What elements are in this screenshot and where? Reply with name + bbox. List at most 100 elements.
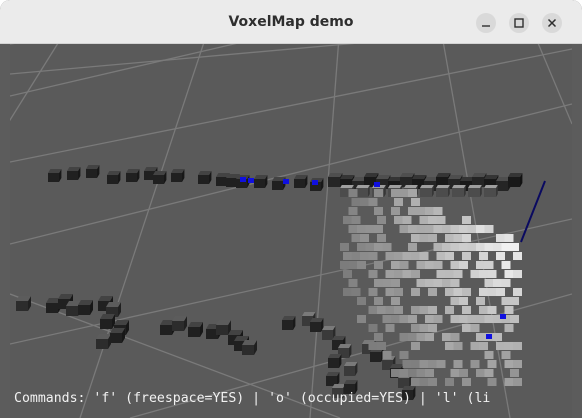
free-space-voxel — [419, 306, 429, 314]
free-space-voxel — [476, 243, 485, 251]
free-space-voxel — [408, 333, 417, 341]
free-space-voxel — [357, 243, 366, 251]
free-space-voxel — [365, 243, 375, 251]
free-space-voxel — [411, 252, 420, 260]
free-space-voxel — [504, 234, 514, 242]
occupied-voxel — [67, 167, 81, 180]
occupied-voxel — [242, 340, 257, 355]
free-space-voxel — [357, 315, 366, 323]
title-bar[interactable]: VoxelMap demo — [0, 0, 582, 44]
occupied-voxel — [16, 296, 31, 311]
free-space-voxel — [411, 342, 420, 350]
free-space-voxel — [467, 225, 477, 233]
free-space-voxel — [493, 243, 502, 251]
free-space-voxel — [428, 324, 437, 332]
free-space-voxel — [476, 225, 485, 233]
free-space-voxel — [501, 243, 511, 251]
free-space-voxel — [360, 252, 369, 260]
free-space-voxel — [467, 243, 477, 251]
free-space-voxel — [419, 378, 429, 386]
free-space-voxel — [402, 216, 412, 224]
free-space-voxel — [374, 297, 383, 305]
free-space-voxel — [513, 342, 522, 350]
3d-viewport[interactable]: Commands: 'f' (freespace=YES) | 'o' (occ… — [10, 44, 572, 418]
occupied-voxel — [110, 328, 125, 343]
free-space-voxel — [399, 333, 409, 341]
free-space-voxel — [476, 369, 485, 377]
free-space-voxel — [416, 225, 426, 233]
free-space-voxel — [374, 243, 383, 251]
free-space-voxel — [513, 360, 522, 368]
free-space-voxel — [408, 207, 417, 215]
free-space-voxel — [382, 351, 392, 359]
free-space-voxel — [496, 252, 505, 260]
minimize-button[interactable] — [476, 13, 496, 33]
free-space-voxel — [416, 369, 426, 377]
free-space-voxel — [450, 225, 460, 233]
free-space-voxel — [340, 261, 349, 269]
free-space-voxel — [416, 333, 426, 341]
free-space-voxel — [368, 342, 378, 350]
free-space-voxel — [399, 351, 409, 359]
occupied-voxel — [216, 320, 231, 335]
free-space-voxel — [402, 360, 412, 368]
highlight-voxel — [240, 177, 246, 182]
free-space-voxel — [394, 198, 403, 206]
free-space-voxel — [433, 225, 443, 233]
wall-voxel — [484, 185, 498, 197]
free-space-voxel — [453, 270, 463, 278]
highlight-voxel — [248, 178, 254, 183]
free-space-voxel — [411, 288, 420, 296]
highlight-voxel — [486, 334, 492, 339]
free-space-voxel — [394, 216, 403, 224]
free-space-voxel — [462, 234, 471, 242]
free-space-voxel — [501, 297, 511, 305]
free-space-voxel — [433, 261, 443, 269]
free-space-voxel — [385, 306, 395, 314]
free-space-voxel — [374, 189, 383, 197]
close-button[interactable] — [542, 13, 562, 33]
free-space-voxel — [450, 297, 460, 305]
free-space-voxel — [442, 279, 451, 287]
free-space-voxel — [479, 252, 488, 260]
occupied-voxel — [198, 171, 212, 184]
free-space-voxel — [343, 252, 352, 260]
free-space-voxel — [394, 252, 403, 260]
occupied-voxel — [107, 171, 121, 184]
occupied-voxel — [171, 169, 185, 182]
free-space-voxel — [513, 288, 522, 296]
free-space-voxel — [411, 360, 420, 368]
free-space-voxel — [484, 243, 494, 251]
free-space-voxel — [377, 306, 386, 314]
maximize-button[interactable] — [509, 13, 529, 33]
free-space-voxel — [459, 369, 468, 377]
occupied-voxel — [294, 175, 308, 188]
free-space-voxel — [487, 360, 497, 368]
free-space-voxel — [425, 369, 434, 377]
free-space-voxel — [382, 279, 392, 287]
free-space-voxel — [484, 351, 494, 359]
free-space-voxel — [445, 306, 454, 314]
free-space-voxel — [476, 261, 485, 269]
free-space-voxel — [513, 252, 522, 260]
free-space-voxel — [391, 279, 400, 287]
free-space-voxel — [391, 315, 400, 323]
free-space-voxel — [501, 279, 511, 287]
free-space-voxel — [428, 216, 437, 224]
voxel-scene[interactable] — [10, 44, 572, 418]
occupied-voxel — [126, 169, 140, 182]
free-space-voxel — [510, 315, 519, 323]
free-space-voxel — [385, 324, 395, 332]
free-space-voxel — [504, 360, 514, 368]
free-space-voxel — [399, 225, 409, 233]
free-space-voxel — [394, 288, 403, 296]
free-space-voxel — [493, 279, 502, 287]
free-space-voxel — [385, 270, 395, 278]
free-space-voxel — [484, 369, 494, 377]
free-space-voxel — [411, 198, 420, 206]
free-space-voxel — [428, 234, 437, 242]
free-space-voxel — [408, 189, 417, 197]
free-space-voxel — [416, 279, 426, 287]
free-space-voxel — [462, 252, 471, 260]
free-space-voxel — [504, 378, 514, 386]
